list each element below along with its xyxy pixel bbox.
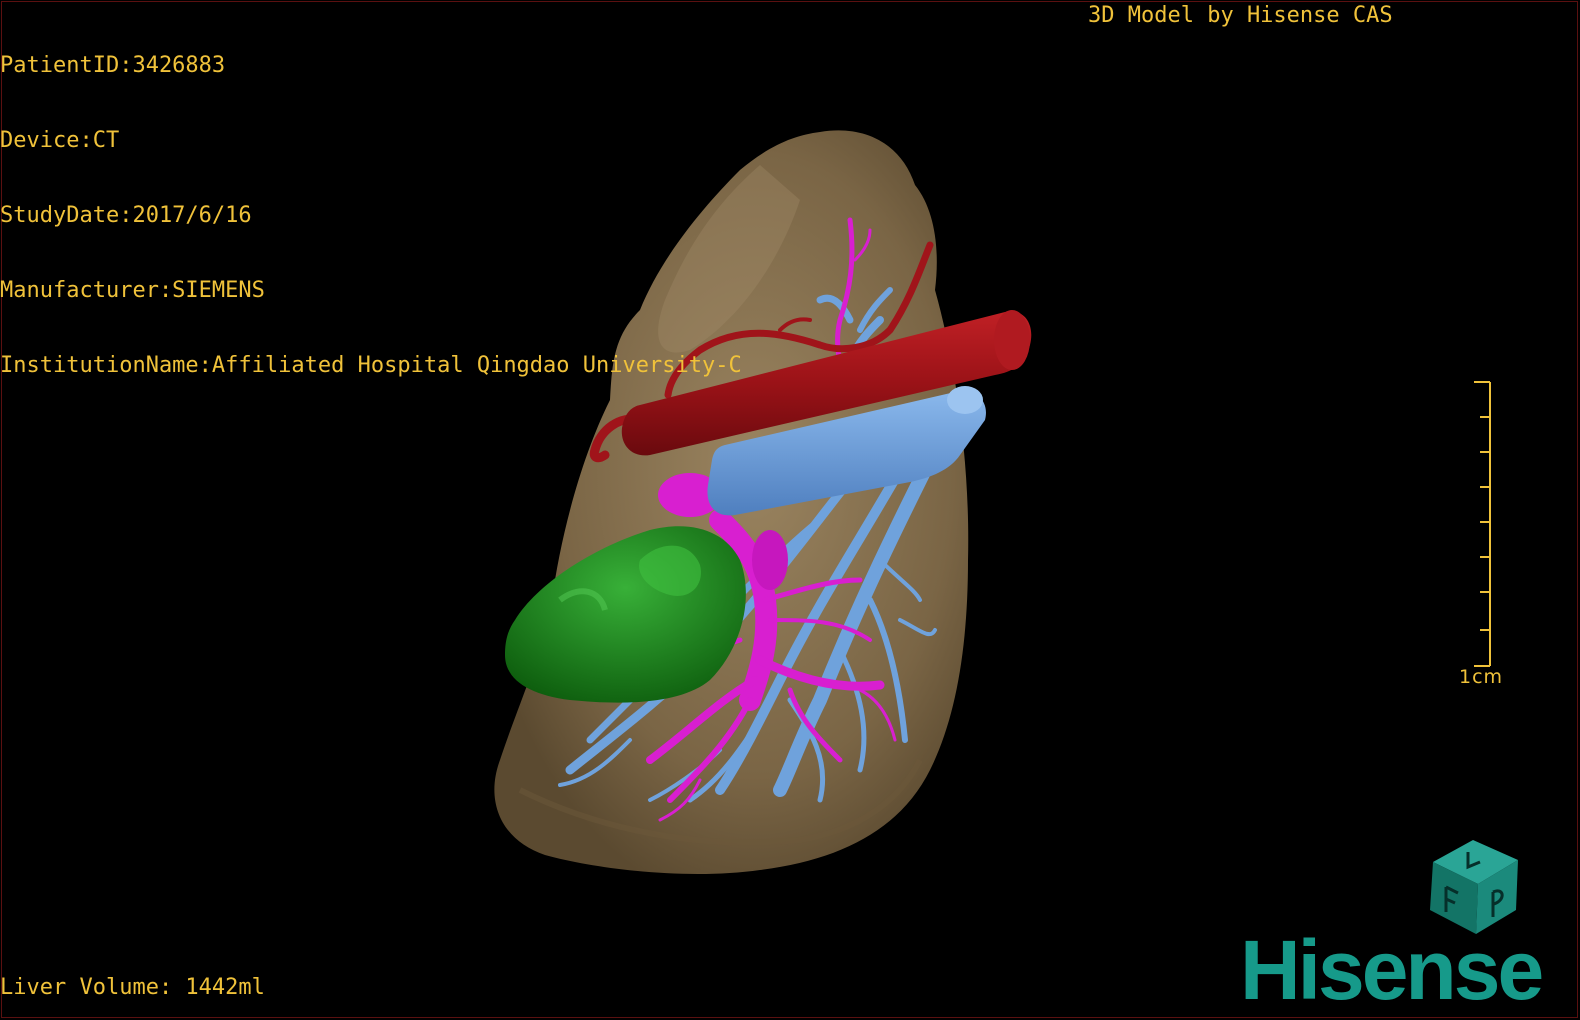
3d-viewport[interactable]: PatientID:3426883 Device:CT StudyDate:20…	[0, 0, 1580, 1020]
green-mass	[505, 526, 746, 703]
institution-label: InstitutionName:Affiliated Hospital Qing…	[0, 353, 742, 378]
hisense-logo: Hisense	[1240, 923, 1544, 1017]
device-label: Device:CT	[0, 128, 120, 153]
scale-bar	[1474, 381, 1491, 667]
scale-bar-label: 1cm	[1459, 666, 1504, 688]
manufacturer-label: Manufacturer:SIEMENS	[0, 278, 265, 303]
study-date-label: StudyDate:2017/6/16	[0, 203, 252, 228]
model-credit-label: 3D Model by Hisense CAS	[1088, 3, 1393, 28]
liver-volume-label: Liver Volume: 1442ml	[0, 975, 265, 1000]
patient-id-label: PatientID:3426883	[0, 53, 226, 78]
patient-info-overlay: PatientID:3426883 Device:CT StudyDate:20…	[0, 3, 742, 428]
